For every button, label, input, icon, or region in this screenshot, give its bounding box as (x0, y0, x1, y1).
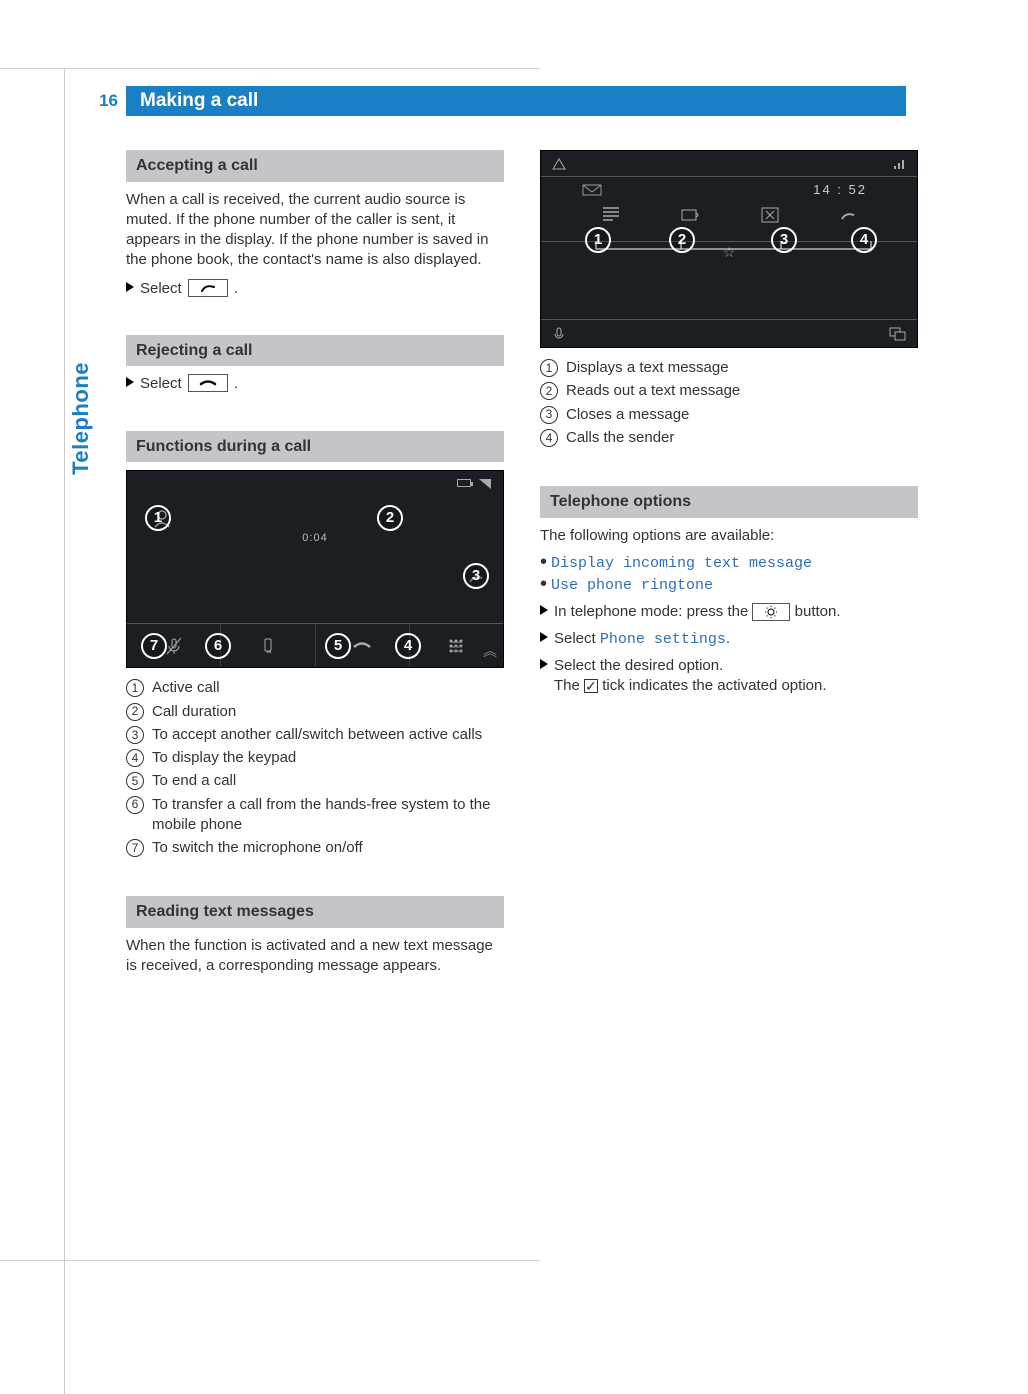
step1-text-a: In telephone mode: press the (554, 603, 748, 620)
rejecting-step: Select . (126, 374, 504, 394)
call-sender-icon (837, 205, 859, 225)
legend-num-1: 1 (126, 679, 144, 697)
accepting-step: Select . (126, 279, 504, 299)
read-out-icon (679, 205, 703, 225)
heading-functions: Functions during a call (126, 431, 504, 463)
signal-icon (479, 479, 491, 489)
step2-text-b: Phone settings (600, 631, 726, 648)
heading-accepting: Accepting a call (126, 150, 504, 182)
legend-num-3: 3 (126, 726, 144, 744)
step3b-text-b: tick indicates the activated option. (602, 677, 826, 694)
mlegend-text-3: Closes a message (566, 405, 689, 425)
message-legend: 1 Displays a text message 2 Reads out a te… (540, 358, 918, 448)
callout-connector (581, 241, 881, 255)
rejecting-step-text: Select (140, 374, 182, 394)
accepting-step-text: Select (140, 279, 182, 299)
options-step-1: In telephone mode: press the button. (540, 602, 918, 622)
figure-during-call: 0:04 (126, 470, 504, 668)
signal-top-icon (893, 158, 907, 170)
figure-time: 14 : 52 (813, 181, 867, 199)
legend-text-2: Call duration (152, 702, 236, 722)
crop-mark-h2 (0, 1260, 540, 1261)
legend-text-6: To transfer a call from the hands-free s… (152, 795, 504, 836)
options-list: •Display incoming text message •Use phon… (540, 554, 918, 597)
status-icons (457, 479, 491, 489)
legend-num-5: 5 (126, 772, 144, 790)
side-tab: Telephone (64, 362, 94, 482)
option-2: Use phone ringtone (551, 576, 713, 596)
mic-bottom-icon (551, 326, 567, 342)
accepting-body: When a call is received, the current aud… (126, 190, 504, 271)
step-bullet-icon (540, 632, 548, 642)
step3b-text-a: The (554, 677, 580, 694)
heading-options: Telephone options (540, 486, 918, 518)
legend-text-4: To display the keypad (152, 748, 296, 768)
legend-num-6: 6 (126, 796, 144, 814)
side-tab-label: Telephone (64, 362, 94, 475)
display-message-icon (599, 205, 623, 225)
functions-legend: 1 Active call 2 Call duration 3 To accept a… (126, 678, 504, 858)
crop-mark-v (64, 68, 65, 1394)
period: . (234, 374, 238, 394)
page-number: 16 (86, 86, 126, 116)
step3-text: Select the desired option. (554, 657, 723, 674)
step2-text-a: Select (554, 630, 596, 647)
period: . (726, 630, 730, 647)
step1-text-b: button. (795, 603, 841, 620)
page-title: Making a call (126, 86, 906, 116)
step-bullet-icon (540, 605, 548, 615)
battery-icon (457, 479, 471, 487)
right-column: 14 : 52 ☆ (540, 150, 918, 984)
step-bullet-icon (540, 659, 548, 669)
options-step-2: Select Phone settings. (540, 629, 918, 650)
legend-num-2: 2 (126, 703, 144, 721)
mlegend-num-3: 3 (540, 406, 558, 424)
step-bullet-icon (126, 377, 134, 387)
heading-reading: Reading text messages (126, 896, 504, 928)
reading-body: When the function is activated and a new… (126, 936, 504, 977)
figure-text-message: 14 : 52 ☆ (540, 150, 918, 348)
page-header: 16 Making a call (86, 86, 906, 116)
mlegend-num-4: 4 (540, 429, 558, 447)
legend-text-3: To accept another call/switch between ac… (152, 725, 482, 745)
menu-icon: ☰ (450, 638, 463, 657)
tick-icon (584, 679, 598, 693)
legend-text-1: Active call (152, 678, 220, 698)
legend-num-7: 7 (126, 839, 144, 857)
mlegend-text-1: Displays a text message (566, 358, 729, 378)
mlegend-num-2: 2 (540, 382, 558, 400)
close-message-icon (759, 205, 781, 225)
option-1: Display incoming text message (551, 554, 812, 574)
mlegend-num-1: 1 (540, 359, 558, 377)
bullet-icon: • (540, 576, 547, 592)
call-duration: 0:04 (302, 531, 327, 546)
legend-num-4: 4 (126, 749, 144, 767)
period: . (234, 279, 238, 299)
transfer-icon (221, 624, 315, 667)
left-column: Accepting a call When a call is received… (126, 150, 504, 984)
step-bullet-icon (126, 282, 134, 292)
figure-bottom-bar (127, 623, 503, 667)
gear-icon (752, 603, 790, 621)
nav-icon (551, 157, 567, 171)
legend-text-7: To switch the microphone on/off (152, 838, 363, 858)
mlegend-text-2: Reads out a text message (566, 381, 740, 401)
pickup-icon (188, 279, 228, 297)
windows-icon (889, 327, 907, 341)
hangup-icon (188, 374, 228, 392)
mlegend-text-4: Calls the sender (566, 428, 674, 448)
options-intro: The following options are available: (540, 526, 918, 546)
options-step-3: Select the desired option. The tick indi… (540, 656, 918, 697)
callout-2: 2 (377, 505, 403, 531)
message-status-icon (581, 181, 603, 199)
bullet-icon: • (540, 554, 547, 570)
crop-mark-h (0, 68, 540, 69)
heading-rejecting: Rejecting a call (126, 335, 504, 367)
legend-text-5: To end a call (152, 771, 236, 791)
chevron-icon: ︽ (483, 642, 497, 661)
